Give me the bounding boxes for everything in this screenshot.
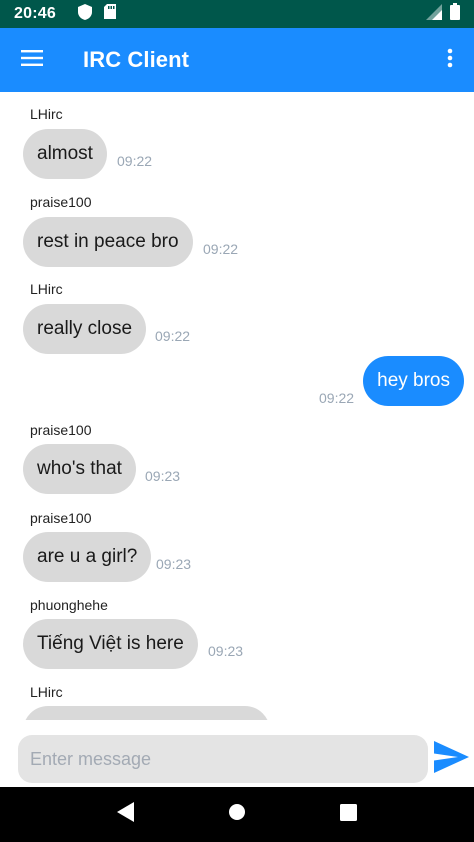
message-time: 09:23: [156, 556, 192, 572]
battery-icon: [450, 3, 460, 25]
message-sender: LHirc: [30, 281, 63, 297]
message-time: 09:22: [319, 390, 355, 406]
status-notification-icons: [77, 3, 116, 25]
message-bubble[interactable]: who's that: [23, 444, 136, 494]
hamburger-menu-icon: [21, 49, 43, 71]
message-time: 09:22: [155, 328, 191, 344]
shield-icon: [77, 3, 92, 25]
nav-back-button[interactable]: [106, 795, 146, 835]
message-bubble[interactable]: really close: [23, 304, 147, 354]
message-sender: praise100: [30, 422, 92, 438]
recents-square-icon: [339, 803, 357, 826]
signal-icon: [426, 3, 442, 25]
overflow-menu-button[interactable]: [426, 28, 474, 92]
message-bubble[interactable]: rest in peace bro: [23, 217, 193, 267]
message-bubble[interactable]: are u a girl?: [23, 532, 152, 582]
send-icon: [433, 740, 469, 778]
more-vert-icon: [447, 48, 453, 73]
message-time: 09:22: [203, 241, 239, 257]
message-bubble[interactable]: [23, 706, 270, 720]
message-sender: phuonghehe: [30, 597, 108, 613]
message-list[interactable]: LHirc almost 09:22 praise100 rest in pea…: [0, 92, 474, 720]
message-input[interactable]: [18, 735, 428, 783]
status-time: 20:46: [14, 5, 56, 22]
app-bar: IRC Client: [0, 28, 474, 92]
message-time: 09:23: [145, 468, 181, 484]
message-sender: LHirc: [30, 684, 63, 700]
message-bubble[interactable]: Tiếng Việt is here: [23, 619, 198, 669]
message-bubble[interactable]: almost: [23, 129, 107, 179]
system-nav-bar: [0, 787, 474, 842]
message-time: 09:23: [208, 643, 244, 659]
composer-bar: [0, 720, 474, 787]
status-system-icons: [426, 3, 460, 25]
back-triangle-icon: [116, 802, 135, 827]
sd-card-icon: [103, 4, 116, 24]
nav-recents-button[interactable]: [328, 795, 368, 835]
nav-home-button[interactable]: [217, 795, 257, 835]
app-title: IRC Client: [83, 47, 190, 72]
message-bubble-outgoing[interactable]: hey bros: [363, 356, 464, 406]
status-bar: 20:46: [0, 0, 474, 28]
send-button[interactable]: [430, 738, 472, 780]
message-sender: LHirc: [30, 106, 63, 122]
home-circle-icon: [228, 803, 246, 826]
message-time: 09:22: [117, 153, 153, 169]
message-sender: praise100: [30, 510, 92, 526]
message-sender: praise100: [30, 194, 92, 210]
menu-button[interactable]: [0, 28, 64, 92]
